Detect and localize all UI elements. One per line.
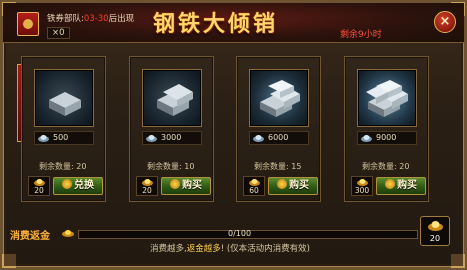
price-value: 500	[53, 133, 69, 142]
iron-ingot-icon[interactable]	[357, 69, 417, 127]
cost-display: 300	[351, 176, 373, 196]
coupon-date: 03-30	[83, 14, 109, 24]
gold-ingot-icon	[428, 221, 443, 231]
gold-ingot-icon	[62, 230, 74, 237]
cost-value: 300	[354, 186, 370, 195]
buy-button[interactable]: 购买	[268, 177, 318, 195]
gold-ingot-icon	[142, 179, 153, 186]
rebate-label: 消费返金	[10, 231, 50, 242]
stock-remaining: 剩余数量: 20	[39, 162, 87, 171]
cost-display: 20	[136, 176, 158, 196]
button-label: 购买	[397, 180, 417, 191]
cost-display: 60	[243, 176, 265, 196]
remaining-time: 剩余9小时	[340, 30, 382, 40]
note-suffix: ! (仅本活动内消费有效)	[220, 244, 310, 254]
shop-item-card: 6000 剩余数量: 15 60 购买	[236, 56, 321, 202]
coin-icon	[170, 179, 180, 189]
price-value: 3000	[161, 133, 182, 142]
iron-ingot-icon[interactable]	[142, 69, 202, 127]
cost-value: 20	[34, 186, 44, 195]
rebate-reward-slot[interactable]: 20	[420, 216, 450, 246]
coin-icon	[385, 179, 395, 189]
page-title: 钢铁大倾销	[153, 12, 279, 37]
rebate-progress: 消费返金 0/100 消费越多,返金越多! (仅本活动内消费有效) 20	[10, 216, 455, 259]
button-label: 兑换	[74, 180, 94, 191]
silver-coin-icon	[38, 135, 49, 142]
stock-remaining: 剩余数量: 20	[362, 162, 410, 171]
iron-ingot-icon[interactable]	[34, 69, 94, 127]
shop-item-card: 3000 剩余数量: 10 20 购买	[129, 56, 214, 202]
note-prefix: 消费越多,	[150, 244, 187, 254]
purchase-row: 20 购买	[136, 176, 211, 196]
purchase-row: 60 购买	[243, 176, 318, 196]
buy-button[interactable]: 购买	[161, 177, 211, 195]
coin-icon	[277, 179, 287, 189]
coupon-count: ×0	[47, 27, 70, 39]
reward-amount: 20	[429, 234, 441, 243]
price-display: 9000	[357, 131, 417, 145]
purchase-row: 300 购买	[351, 176, 426, 196]
gold-ingot-icon	[357, 179, 368, 186]
coupon-label-prefix: 铁券部队:	[47, 14, 84, 24]
coupon-label: 铁券部队:03-30后出现	[47, 12, 134, 24]
price-display: 500	[34, 131, 94, 145]
price-value: 9000	[376, 133, 397, 142]
note-highlight: 返金越多	[186, 244, 221, 254]
stock-remaining: 剩余数量: 10	[147, 162, 195, 171]
dialog-header: 铁券部队:03-30后出现 ×0 钢铁大倾销 剩余9小时 ×	[3, 3, 464, 43]
button-label: 购买	[182, 180, 202, 191]
gold-ingot-icon	[34, 179, 45, 186]
purchase-row: 20 兑换	[28, 176, 103, 196]
cost-value: 60	[249, 186, 259, 195]
silver-coin-icon	[253, 135, 264, 142]
shop-item-card: 500 剩余数量: 20 20 兑换	[21, 56, 106, 202]
coupon-label-suffix: 后出现	[108, 14, 135, 24]
button-label: 购买	[289, 180, 309, 191]
rebate-note: 消费越多,返金越多! (仅本活动内消费有效)	[150, 242, 310, 254]
close-button[interactable]: ×	[434, 11, 456, 33]
gold-ingot-icon	[249, 179, 260, 186]
coupon-icon	[17, 12, 39, 36]
buy-button[interactable]: 购买	[376, 177, 426, 195]
progress-value: 0/100	[228, 229, 252, 238]
price-display: 3000	[142, 131, 202, 145]
cost-display: 20	[28, 176, 50, 196]
price-display: 6000	[249, 131, 309, 145]
stock-remaining: 剩余数量: 15	[254, 162, 302, 171]
exchange-button[interactable]: 兑换	[53, 177, 103, 195]
price-value: 6000	[268, 133, 289, 142]
silver-coin-icon	[146, 135, 157, 142]
shop-item-card: 9000 剩余数量: 20 300 购买	[344, 56, 429, 202]
coin-icon	[62, 179, 72, 189]
cost-value: 20	[142, 186, 152, 195]
silver-coin-icon	[361, 135, 372, 142]
iron-ingot-icon[interactable]	[249, 69, 309, 127]
